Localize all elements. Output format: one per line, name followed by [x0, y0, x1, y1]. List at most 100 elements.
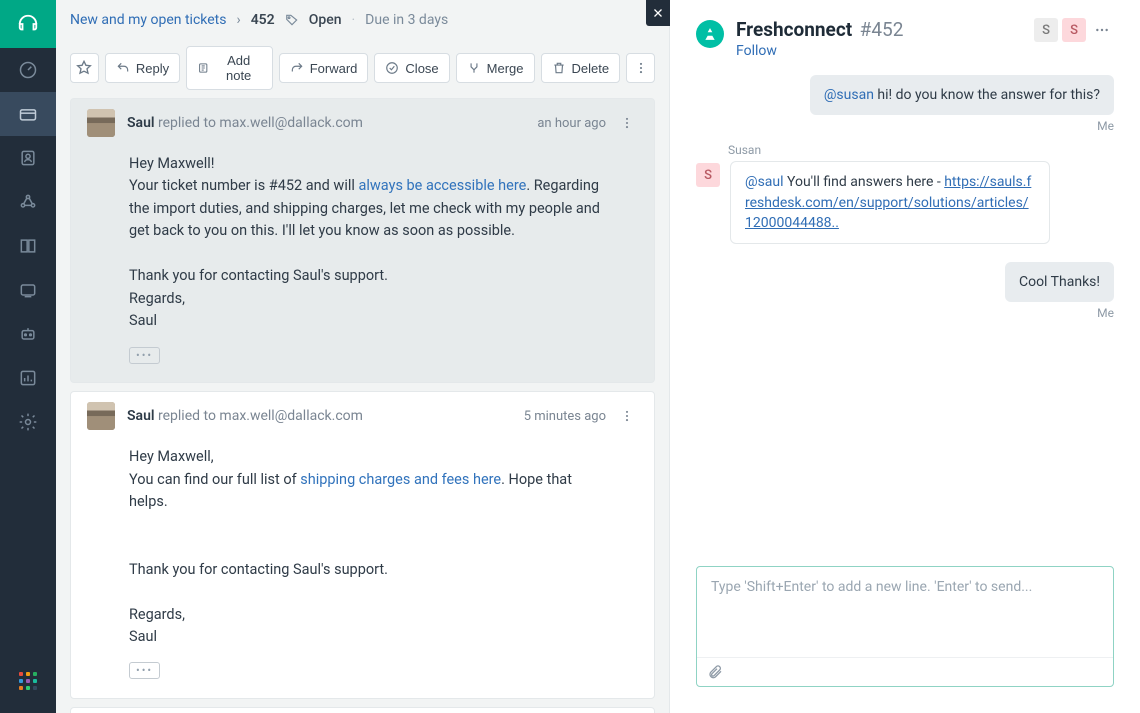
note-icon	[197, 61, 209, 75]
merge-icon	[467, 61, 481, 75]
reply-line: Your ticket number is #452 and will alwa…	[129, 175, 608, 242]
reply-line: Hey Maxwell!	[129, 153, 608, 175]
chat-composer	[696, 566, 1114, 687]
chat-meta: Me	[696, 306, 1114, 320]
reply-author: Saul	[127, 115, 155, 131]
panel-close-button[interactable]	[646, 0, 670, 26]
freshconnect-logo	[696, 20, 724, 48]
app-logo[interactable]	[0, 0, 56, 48]
reply-time: an hour ago	[537, 116, 606, 131]
chat-message-me: @susan hi! do you know the answer for th…	[810, 75, 1114, 115]
mention-link[interactable]: @saul	[745, 174, 784, 190]
add-note-label: Add note	[216, 53, 262, 83]
nav-bots[interactable]	[0, 312, 56, 356]
close-button[interactable]: Close	[374, 53, 449, 83]
follow-link[interactable]: Follow	[736, 43, 903, 59]
add-note-button[interactable]: Add note	[186, 46, 273, 90]
nav-reports[interactable]	[0, 356, 56, 400]
chat-input[interactable]	[697, 567, 1113, 657]
main-content: New and my open tickets › 452 Open · Due…	[56, 0, 669, 713]
participant-chip[interactable]: S	[1034, 18, 1058, 42]
panel-title: Freshconnect	[736, 18, 852, 41]
mention-link[interactable]: @susan	[824, 87, 874, 103]
replied-to-label: replied to	[158, 408, 216, 424]
reply-author: Saul	[127, 408, 155, 424]
chat-sender-name: Susan	[696, 143, 1114, 157]
nav-social[interactable]	[0, 180, 56, 224]
delete-button[interactable]: Delete	[541, 53, 621, 83]
check-icon	[385, 61, 399, 75]
kebab-icon	[634, 61, 648, 75]
ticket-conversation: Saul replied to max.well@dallack.com an …	[56, 98, 669, 713]
forward-icon	[290, 61, 304, 75]
nav-admin[interactable]	[0, 400, 56, 444]
reply-action-bar: Reply Add note Forward Discuss	[70, 707, 655, 713]
reply-line: Regards,	[129, 604, 608, 626]
reply-recipient: max.well@dallack.com	[219, 408, 363, 424]
reply-line: Regards,	[129, 288, 608, 310]
toolbar: Reply Add note Forward Close Merge Delet…	[56, 40, 669, 98]
reply-line: Saul	[129, 626, 608, 648]
reply-button[interactable]: Reply	[105, 53, 180, 83]
breadcrumb-ticket-id: 452	[251, 12, 275, 28]
reply-label: Reply	[136, 61, 169, 76]
chat-message-other: @saul You'll find answers here - https:/…	[730, 161, 1050, 244]
chat-message-me: Cool Thanks!	[1005, 262, 1114, 302]
delete-label: Delete	[572, 61, 610, 76]
shipping-charges-link[interactable]: shipping charges and fees here	[300, 471, 501, 488]
merge-label: Merge	[487, 61, 524, 76]
reply-line: You can find our full list of shipping c…	[129, 469, 608, 514]
participant-chip[interactable]: S	[1062, 18, 1086, 42]
reply-line: Saul	[129, 310, 608, 332]
attach-button[interactable]	[707, 664, 723, 680]
merge-button[interactable]: Merge	[456, 53, 535, 83]
nav-contacts[interactable]	[0, 136, 56, 180]
nav-forums[interactable]	[0, 268, 56, 312]
more-button[interactable]	[626, 53, 655, 83]
always-accessible-link[interactable]: always be accessible here	[359, 177, 527, 194]
chat-avatar: S	[696, 163, 720, 187]
nav-dashboard[interactable]	[0, 48, 56, 92]
reply-time: 5 minutes ago	[524, 409, 606, 424]
chevron-right-icon: ›	[236, 12, 240, 28]
chat-meta: Me	[696, 119, 1114, 133]
forward-button[interactable]: Forward	[279, 53, 369, 83]
agent-avatar	[87, 402, 115, 430]
panel-header: Freshconnect #452 Follow S S	[670, 0, 1140, 69]
star-icon	[76, 60, 92, 76]
replied-to-label: replied to	[158, 115, 216, 131]
panel-menu-button[interactable]	[1090, 18, 1114, 42]
ticket-status[interactable]: Open	[309, 12, 342, 28]
reply-menu[interactable]	[616, 405, 638, 427]
breadcrumb-view-link[interactable]: New and my open tickets	[70, 12, 226, 28]
nav-tickets[interactable]	[0, 92, 56, 136]
ticket-due: Due in 3 days	[365, 12, 448, 28]
reply-card: Saul replied to max.well@dallack.com 5 m…	[70, 391, 655, 699]
reply-menu[interactable]	[616, 112, 638, 134]
freshconnect-panel: Freshconnect #452 Follow S S @susan hi! …	[669, 0, 1140, 713]
show-quoted-button[interactable]: •••	[129, 347, 160, 364]
agent-avatar	[87, 109, 115, 137]
tag-icon	[285, 13, 299, 27]
reply-icon	[116, 61, 130, 75]
reply-line: Thank you for contacting Saul's support.	[129, 265, 608, 287]
meatballs-icon	[1094, 22, 1110, 38]
chat-thread: @susan hi! do you know the answer for th…	[670, 69, 1140, 550]
reply-card: Saul replied to max.well@dallack.com an …	[70, 98, 655, 383]
close-icon	[652, 7, 664, 19]
nav-apps[interactable]	[0, 659, 56, 703]
nav-solutions[interactable]	[0, 224, 56, 268]
close-label: Close	[405, 61, 438, 76]
reply-line: Hey Maxwell,	[129, 446, 608, 468]
kebab-icon	[620, 116, 634, 130]
trash-icon	[552, 61, 566, 75]
forward-label: Forward	[310, 61, 358, 76]
nav-sidebar	[0, 0, 56, 713]
paperclip-icon	[707, 664, 723, 680]
kebab-icon	[620, 409, 634, 423]
reply-line: Thank you for contacting Saul's support.	[129, 559, 608, 581]
panel-ticket-ref: #452	[860, 18, 904, 41]
show-quoted-button[interactable]: •••	[129, 662, 160, 679]
star-button[interactable]	[70, 53, 99, 83]
reply-recipient: max.well@dallack.com	[219, 115, 363, 131]
